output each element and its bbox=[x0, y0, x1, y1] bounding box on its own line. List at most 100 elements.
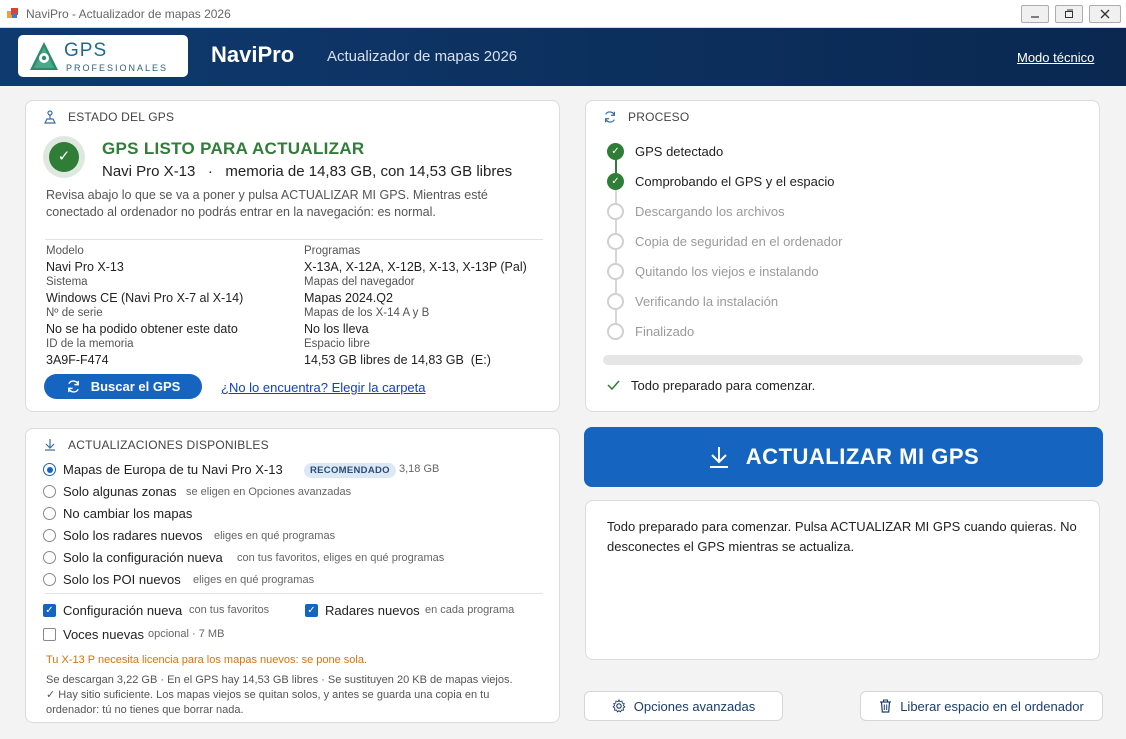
field-label-sistema: Sistema bbox=[46, 276, 88, 288]
field-label-espacio: Espacio libre bbox=[304, 338, 370, 350]
ready-check-icon bbox=[607, 380, 620, 391]
field-label-programas: Programas bbox=[304, 245, 361, 257]
space-note: ✓ Hay sitio suficiente. Los mapas viejos… bbox=[46, 689, 490, 716]
radio-option-config[interactable] bbox=[43, 551, 56, 564]
status-subtitle: Navi Pro X-13 · memoria de 14,83 GB, con… bbox=[102, 163, 513, 180]
status-title: GPS LISTO PARA ACTUALIZAR bbox=[102, 139, 365, 158]
status-indicator: ✓ bbox=[43, 136, 85, 178]
field-label-idmem: ID de la memoria bbox=[46, 338, 134, 350]
minimize-button[interactable] bbox=[1021, 5, 1049, 23]
check-hint-radars-new: en cada programa bbox=[425, 604, 515, 616]
step-pending-icon bbox=[607, 293, 624, 310]
close-button[interactable] bbox=[1089, 5, 1121, 23]
option-hint-europe: 3,18 GB bbox=[399, 463, 440, 475]
radio-option-europe[interactable] bbox=[43, 463, 56, 476]
trash-icon bbox=[880, 699, 892, 713]
tech-mode-link[interactable]: Modo técnico bbox=[1017, 50, 1094, 65]
check-label-voices-new[interactable]: Voces nuevas bbox=[63, 627, 144, 642]
radio-option-poi[interactable] bbox=[43, 573, 56, 586]
step-pending-icon bbox=[607, 263, 624, 280]
advanced-options-button[interactable]: Opciones avanzadas bbox=[584, 691, 783, 721]
option-label-radars[interactable]: Solo los radares nuevos bbox=[63, 528, 202, 543]
maximize-button[interactable] bbox=[1055, 5, 1083, 23]
refresh-icon bbox=[67, 380, 79, 393]
download-icon bbox=[45, 439, 55, 451]
field-value-sistema: Windows CE (Navi Pro X-7 al X-14) bbox=[46, 291, 244, 305]
app-icon bbox=[7, 8, 18, 18]
field-value-idmem: 3A9F-F474 bbox=[46, 353, 109, 367]
check-icon: ✓ bbox=[49, 142, 79, 172]
brand-logo: GPS PROFESIONALES bbox=[18, 35, 188, 77]
divider bbox=[45, 593, 543, 594]
option-hint-radars: eliges en qué programas bbox=[214, 530, 336, 542]
option-label-europe[interactable]: Mapas de Europa de tu Navi Pro X-13 bbox=[63, 462, 283, 477]
gear-icon bbox=[612, 699, 626, 713]
field-label-modelo: Modelo bbox=[46, 245, 84, 257]
check-label-config-new[interactable]: Configuración nueva bbox=[63, 603, 182, 618]
recommended-badge: RECOMENDADO bbox=[304, 463, 396, 478]
field-value-serie: No se ha podido obtener este dato bbox=[46, 322, 238, 336]
option-hint-config: con tus favoritos, eliges en qué program… bbox=[237, 552, 445, 564]
option-label-poi[interactable]: Solo los POI nuevos bbox=[63, 572, 181, 587]
sync-icon bbox=[605, 111, 615, 123]
download-summary: Se descargan 3,22 GB · En el GPS hay 14,… bbox=[46, 674, 513, 686]
status-description: Revisa abajo lo que se va a poner y puls… bbox=[46, 188, 488, 219]
checkbox-config-new[interactable]: ✓ bbox=[43, 604, 56, 617]
option-hint-poi: eliges en qué programas bbox=[193, 574, 315, 586]
search-gps-label: Buscar el GPS bbox=[90, 379, 181, 394]
logo-main-text: GPS bbox=[64, 40, 108, 61]
step-pending-icon bbox=[607, 323, 624, 340]
field-label-mapasnav: Mapas del navegador bbox=[304, 276, 415, 288]
update-gps-button[interactable]: ACTUALIZAR MI GPS bbox=[584, 427, 1103, 487]
ready-status: Todo preparado para comenzar. bbox=[631, 378, 816, 393]
step-label: Quitando los viejos e instalando bbox=[635, 264, 819, 279]
check-hint-voices-new: opcional · 7 MB bbox=[148, 628, 225, 640]
window-title: NaviPro - Actualizador de mapas 2026 bbox=[26, 7, 231, 21]
progress-bar bbox=[603, 355, 1083, 365]
minimize-icon bbox=[1031, 16, 1039, 18]
map-pin-logo-icon bbox=[30, 42, 58, 70]
app-header: GPS PROFESIONALES NaviPro Actualizador d… bbox=[0, 28, 1126, 86]
step-label: Comprobando el GPS y el espacio bbox=[635, 174, 835, 189]
field-value-espacio: 14,53 GB libres de 14,83 GB (E:) bbox=[304, 353, 491, 367]
field-value-programas: X-13A, X-12A, X-12B, X-13, X-13P (Pal) bbox=[304, 260, 527, 274]
option-label-zones[interactable]: Solo algunas zonas bbox=[63, 484, 176, 499]
check-hint-config-new: con tus favoritos bbox=[189, 604, 270, 616]
step-connector bbox=[615, 219, 617, 233]
field-value-modelo: Navi Pro X-13 bbox=[46, 260, 124, 274]
step-done-icon: ✓ bbox=[607, 173, 624, 190]
checkbox-radars-new[interactable]: ✓ bbox=[305, 604, 318, 617]
updates-heading: ACTUALIZACIONES DISPONIBLES bbox=[68, 438, 269, 452]
step-pending-icon bbox=[607, 203, 624, 220]
option-hint-zones: se eligen en Opciones avanzadas bbox=[186, 486, 352, 498]
step-connector bbox=[615, 189, 617, 203]
free-space-button[interactable]: Liberar espacio en el ordenador bbox=[860, 691, 1103, 721]
radio-option-nochange[interactable] bbox=[43, 507, 56, 520]
field-label-serie: Nº de serie bbox=[46, 307, 103, 319]
logo-sub-text: PROFESIONALES bbox=[66, 63, 169, 73]
advanced-options-label: Opciones avanzadas bbox=[633, 698, 756, 714]
radio-option-zones[interactable] bbox=[43, 485, 56, 498]
step-label: GPS detectado bbox=[635, 144, 724, 159]
choose-folder-link[interactable]: ¿No lo encuentra? Elegir la carpeta bbox=[221, 380, 426, 395]
option-label-nochange[interactable]: No cambiar los mapas bbox=[63, 506, 192, 521]
update-gps-label: ACTUALIZAR MI GPS bbox=[745, 444, 980, 469]
field-label-mapas14: Mapas de los X-14 A y B bbox=[304, 307, 430, 319]
radio-option-radars[interactable] bbox=[43, 529, 56, 542]
checkbox-voices-new[interactable] bbox=[43, 628, 56, 641]
option-label-config[interactable]: Solo la configuración nueva bbox=[63, 550, 223, 565]
window-titlebar: NaviPro - Actualizador de mapas 2026 bbox=[0, 0, 1126, 28]
app-subtitle: Actualizador de mapas 2026 bbox=[327, 48, 518, 65]
step-done-icon: ✓ bbox=[607, 143, 624, 160]
gps-device-icon bbox=[44, 110, 56, 124]
step-label: Descargando los archivos bbox=[635, 204, 785, 219]
search-gps-button[interactable]: Buscar el GPS bbox=[44, 374, 202, 399]
download-icon bbox=[709, 447, 728, 468]
license-warning: Tu X-13 P necesita licencia para los map… bbox=[46, 654, 368, 666]
process-heading: PROCESO bbox=[628, 110, 690, 124]
step-connector bbox=[615, 249, 617, 263]
step-label: Verificando la instalación bbox=[635, 294, 779, 309]
step-connector bbox=[615, 159, 617, 173]
check-label-radars-new[interactable]: Radares nuevos bbox=[325, 603, 420, 618]
restore-icon bbox=[1065, 9, 1073, 18]
